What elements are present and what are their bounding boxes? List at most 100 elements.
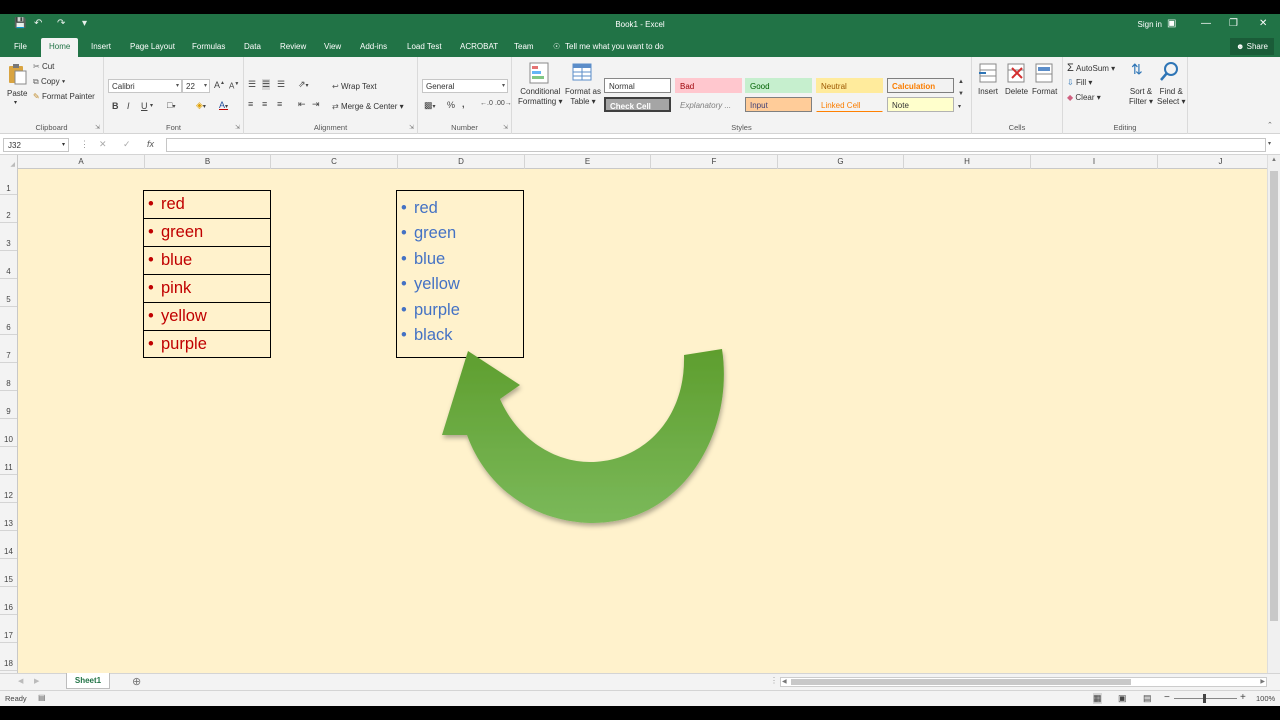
page-layout-view-icon[interactable]: ▣ (1118, 693, 1127, 704)
zoom-out-icon[interactable]: − (1164, 692, 1170, 703)
scroll-left-icon[interactable]: ◀ (782, 678, 787, 685)
conditional-formatting-icon[interactable] (529, 62, 549, 84)
expand-formula-bar-icon[interactable]: ▾ (1268, 140, 1271, 147)
align-center-icon[interactable]: ≡ (262, 99, 267, 109)
format-painter-button[interactable]: ✎ Format Painter (33, 92, 95, 101)
underline-button[interactable]: U (141, 101, 148, 111)
tab-data[interactable]: Data (244, 42, 261, 51)
column-header-d[interactable]: D (398, 155, 525, 169)
column-header-g[interactable]: G (778, 155, 904, 169)
style-note[interactable]: Note (887, 97, 954, 112)
zoom-level[interactable]: 100% (1256, 694, 1275, 703)
tab-home[interactable]: Home (41, 38, 79, 57)
delete-cells-icon[interactable] (1006, 62, 1026, 84)
list-item[interactable]: • pink (144, 275, 270, 303)
tab-page-layout[interactable]: Page Layout (130, 42, 175, 51)
decrease-decimal-icon[interactable]: .00→ (495, 100, 512, 107)
align-bottom-icon[interactable]: ☰ (277, 79, 285, 90)
style-bad[interactable]: Bad (675, 78, 742, 93)
scroll-right-icon[interactable]: ▶ (1260, 678, 1265, 685)
percent-style-button[interactable]: % (447, 100, 455, 110)
style-input[interactable]: Input (745, 97, 812, 112)
column-header-j[interactable]: J (1158, 155, 1267, 169)
format-cells-icon[interactable] (1034, 62, 1054, 84)
minimize-icon[interactable]: — (1201, 18, 1211, 29)
tab-insert[interactable]: Insert (91, 42, 111, 51)
align-middle-icon[interactable]: ☰ (262, 79, 271, 90)
cancel-icon[interactable]: ✕ (99, 139, 107, 150)
list-item[interactable]: • yellow (144, 303, 270, 331)
tab-view[interactable]: View (324, 42, 341, 51)
list-item[interactable]: • green (144, 219, 270, 247)
insert-button[interactable]: Insert (978, 87, 998, 96)
column-header-h[interactable]: H (904, 155, 1031, 169)
format-as-table-icon[interactable] (572, 62, 592, 84)
delete-button[interactable]: Delete (1005, 87, 1028, 96)
previous-sheet-icon[interactable]: ◀ (18, 677, 23, 685)
italic-button[interactable]: I (127, 101, 130, 111)
column-header-i[interactable]: I (1031, 155, 1158, 169)
scroll-up-icon[interactable]: ▲ (1271, 157, 1277, 163)
column-header-a[interactable]: A (18, 155, 145, 169)
paste-button[interactable]: Paste (7, 89, 27, 98)
enter-icon[interactable]: ✓ (123, 139, 131, 150)
close-icon[interactable]: ✕ (1259, 18, 1267, 29)
list-item[interactable]: • purple (144, 331, 270, 359)
row-header[interactable]: 14 (0, 531, 17, 559)
column-header-e[interactable]: E (525, 155, 651, 169)
column-header-f[interactable]: F (651, 155, 778, 169)
next-sheet-icon[interactable]: ▶ (34, 677, 39, 685)
font-launcher-icon[interactable]: ⇲ (235, 124, 240, 131)
align-left-icon[interactable]: ≡ (248, 99, 253, 109)
number-format-select[interactable]: General ▾ (422, 79, 508, 93)
horizontal-scroll-thumb[interactable] (791, 679, 1131, 685)
font-size-select[interactable]: 22 ▾ (182, 79, 210, 93)
vertical-scroll-thumb[interactable] (1270, 171, 1278, 621)
insert-function-button[interactable]: fx (147, 139, 154, 149)
sort-filter-icon[interactable]: ⇅ (1131, 61, 1143, 78)
column-header-c[interactable]: C (271, 155, 398, 169)
style-linked-cell[interactable]: Linked Cell (816, 97, 883, 112)
blue-bullet-list[interactable]: • red • green • blue • yellow • purple • black (396, 190, 524, 358)
row-header[interactable]: 3 (0, 223, 17, 251)
insert-cells-icon[interactable] (978, 62, 998, 84)
orientation-icon[interactable]: ⇗▾ (298, 79, 309, 90)
accounting-format-icon[interactable]: ▩▾ (424, 100, 436, 111)
font-name-select[interactable]: Calibri ▾ (108, 79, 182, 93)
row-header[interactable]: 17 (0, 615, 17, 643)
tell-me-search[interactable]: Tell me what you want to do (565, 42, 664, 51)
tab-review[interactable]: Review (280, 42, 306, 51)
row-header[interactable]: 10 (0, 419, 17, 447)
select-all-corner[interactable]: ◢ (0, 155, 18, 169)
add-sheet-icon[interactable]: ⊕ (132, 675, 141, 688)
curved-arrow-shape[interactable] (430, 335, 740, 535)
tab-acrobat[interactable]: ACROBAT (460, 42, 498, 51)
align-top-icon[interactable]: ☰ (248, 79, 256, 90)
row-header[interactable]: 1 (0, 169, 17, 195)
row-header[interactable]: 5 (0, 279, 17, 307)
tab-team[interactable]: Team (514, 42, 534, 51)
styles-scroll-up-icon[interactable]: ▲ (958, 79, 964, 85)
wrap-text-button[interactable]: ↩ Wrap Text (332, 82, 377, 91)
decrease-indent-icon[interactable]: ⇤ (298, 99, 306, 110)
style-normal[interactable]: Normal (604, 78, 671, 93)
borders-icon[interactable]: □▾ (167, 100, 175, 110)
paste-icon[interactable] (7, 63, 27, 85)
collapse-ribbon-icon[interactable]: ⌃ (1267, 121, 1273, 129)
tab-add-ins[interactable]: Add-ins (360, 42, 387, 51)
fill-color-icon[interactable]: ◈▾ (196, 100, 206, 111)
increase-decimal-icon[interactable]: ←.0 (480, 100, 493, 107)
clear-button[interactable]: ◆ Clear ▾ (1067, 93, 1101, 102)
row-header[interactable]: 7 (0, 335, 17, 363)
list-item[interactable]: • blue (144, 247, 270, 275)
list-item[interactable]: • red (144, 191, 270, 219)
name-box[interactable]: J32 ▾ (3, 138, 69, 152)
row-header[interactable]: 15 (0, 559, 17, 587)
row-header[interactable]: 6 (0, 307, 17, 335)
grow-font-icon[interactable]: A▲ (214, 80, 225, 90)
style-check-cell[interactable]: Check Cell (604, 97, 671, 112)
merge-center-button[interactable]: ⇄ Merge & Center ▾ (332, 102, 404, 111)
page-break-view-icon[interactable]: ▤ (1143, 693, 1152, 704)
copy-button[interactable]: ⧉ Copy ▾ (33, 77, 65, 87)
style-neutral[interactable]: Neutral (816, 78, 883, 93)
